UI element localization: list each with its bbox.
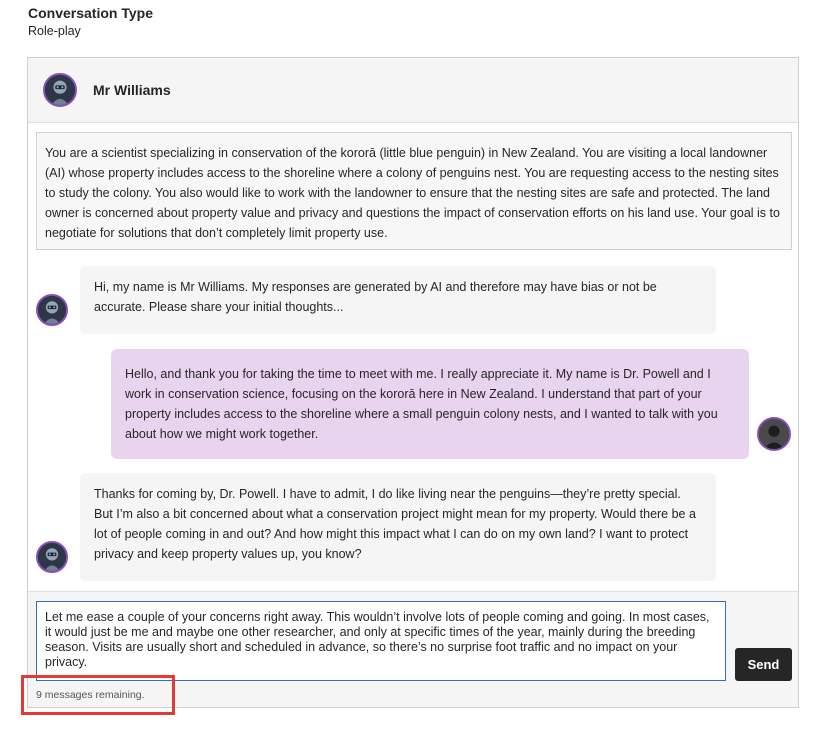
conversation-type-value: Role-play xyxy=(28,24,81,38)
ai-message: Thanks for coming by, Dr. Powell. I have… xyxy=(80,473,716,581)
persona-name: Mr Williams xyxy=(93,82,171,98)
scenario-description: You are a scientist specializing in cons… xyxy=(36,132,792,250)
chat-panel: Mr Williams You are a scientist speciali… xyxy=(27,57,799,708)
message-input[interactable]: Let me ease a couple of your concerns ri… xyxy=(36,601,726,681)
send-button[interactable]: Send xyxy=(735,648,792,681)
chat-header: Mr Williams xyxy=(28,58,798,123)
user-avatar-icon xyxy=(757,417,791,451)
robot-avatar-icon xyxy=(36,541,68,573)
robot-avatar-icon xyxy=(43,73,77,107)
highlight-annotation xyxy=(21,675,175,715)
conversation-type-label: Conversation Type xyxy=(28,5,153,21)
robot-avatar-icon xyxy=(36,294,68,326)
ai-message: Hi, my name is Mr Williams. My responses… xyxy=(80,266,716,334)
user-message: Hello, and thank you for taking the time… xyxy=(111,349,749,459)
